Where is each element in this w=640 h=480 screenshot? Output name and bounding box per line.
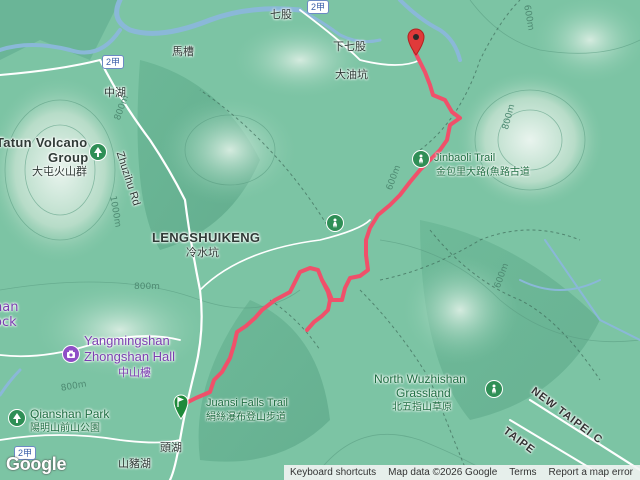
- label-xiaqigu: 下七股: [333, 40, 366, 53]
- map-data-text: Map data ©2026 Google: [388, 467, 498, 478]
- label-shanzhuhu: 山豬湖: [118, 457, 151, 470]
- label-tatun-group: Group: [48, 150, 89, 165]
- route-2甲-shield-top: 2甲: [307, 0, 330, 14]
- label-yangmingshan-zh: 中山樓: [118, 366, 151, 379]
- label-macao: 馬槽: [172, 45, 194, 58]
- camera-icon-zhongshan-hall[interactable]: [62, 345, 80, 363]
- terms-link[interactable]: Terms: [509, 467, 536, 478]
- label-juansi-zh: 絹絲瀑布登山步道: [206, 412, 286, 423]
- green-flag-marker-icon[interactable]: [172, 392, 190, 420]
- label-jinbaoli-en: Jinbaoli Trail: [434, 152, 496, 164]
- google-logo: Google: [6, 454, 67, 474]
- label-juansi-en: Juansi Falls Trail: [206, 397, 288, 409]
- label-tatun-zh: 大屯火山群: [32, 165, 87, 178]
- hiking-trail-icon-jinbaoli[interactable]: [412, 150, 430, 168]
- label-wuzhishan-zh: 北五指山草原: [392, 402, 452, 413]
- label-touhu: 頭湖: [160, 441, 182, 454]
- label-lengshuikeng-en: LENGSHUIKENG: [152, 230, 261, 245]
- park-icon-tatun[interactable]: [89, 143, 107, 161]
- label-left-partial-1: nan: [0, 300, 19, 315]
- label-lengshuikeng-zh: 冷水坑: [186, 246, 219, 259]
- contour-label-800-c: 800m: [134, 282, 160, 292]
- map-view[interactable]: 2甲 2甲 2甲 七股 馬槽 下七股 大油坑 中湖 Tatun Volcano …: [0, 0, 640, 480]
- label-qigu: 七股: [270, 8, 292, 21]
- label-yangmingshan-en2: Zhongshan Hall: [84, 349, 176, 364]
- label-tatun-en: Tatun Volcano: [0, 135, 88, 150]
- park-icon-qianshan[interactable]: [8, 409, 26, 427]
- label-qianshan-zh: 陽明山前山公園: [30, 423, 100, 434]
- label-qianshan-en: Qianshan Park: [30, 407, 110, 421]
- label-jinbaoli-zh: 金包里大路(魚路古道: [436, 167, 530, 178]
- report-map-error-link[interactable]: Report a map error: [549, 467, 633, 478]
- label-wuzhishan-en1: North Wuzhishan: [374, 372, 466, 386]
- label-left-partial-2: ock: [0, 315, 17, 330]
- route-2甲-shield-left: 2甲: [102, 55, 125, 69]
- hiking-trail-icon-mid[interactable]: [326, 214, 344, 232]
- label-dayoukeng: 大油坑: [335, 68, 368, 81]
- hiking-trail-icon-wuzhishan[interactable]: [485, 380, 503, 398]
- keyboard-shortcuts-link[interactable]: Keyboard shortcuts: [290, 467, 376, 478]
- label-wuzhishan-en2: Grassland: [396, 386, 451, 400]
- red-destination-pin-icon[interactable]: [406, 28, 426, 56]
- label-yangmingshan-en1: Yangmingshan: [84, 333, 170, 348]
- attribution-bar: Keyboard shortcuts Map data ©2026 Google…: [284, 465, 640, 480]
